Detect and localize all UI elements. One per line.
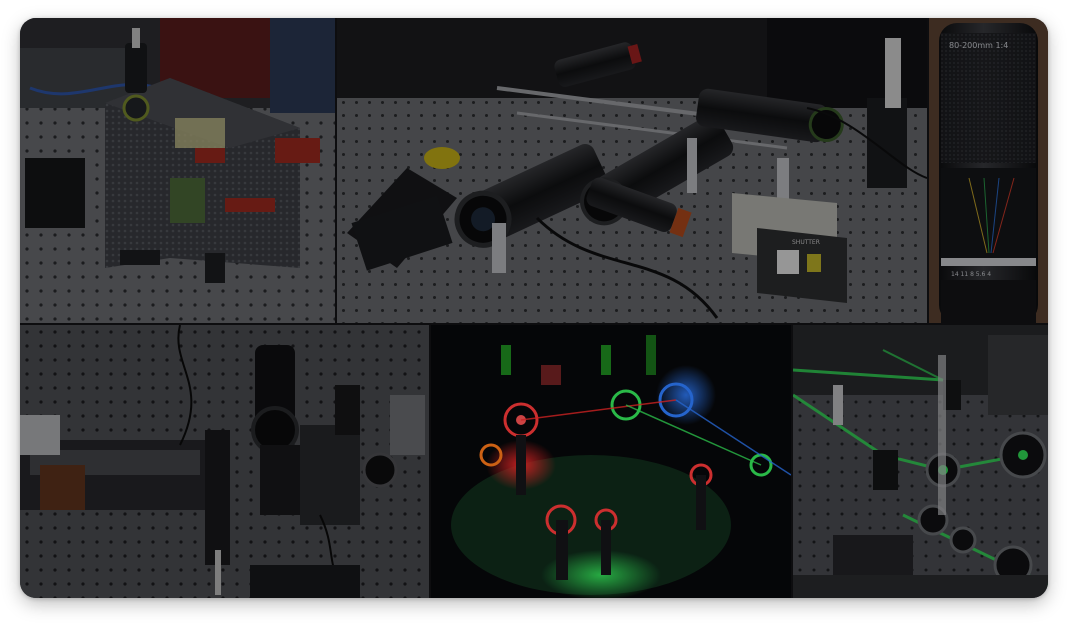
photo-lens-bench-setup: SHUTTER <box>337 18 927 323</box>
photo-green-laser-mirrors <box>793 325 1048 598</box>
photo-multicolor-laser-table <box>431 325 791 598</box>
photo-collage: SHUTTER 80-200mm 1:4 14 11 8 5.6 4 <box>20 18 1048 598</box>
photo-translation-stage-setup <box>20 325 429 598</box>
photo-zoom-lens-closeup: 80-200mm 1:4 14 11 8 5.6 4 <box>929 18 1048 323</box>
photo-lego-optics-build <box>20 18 335 323</box>
